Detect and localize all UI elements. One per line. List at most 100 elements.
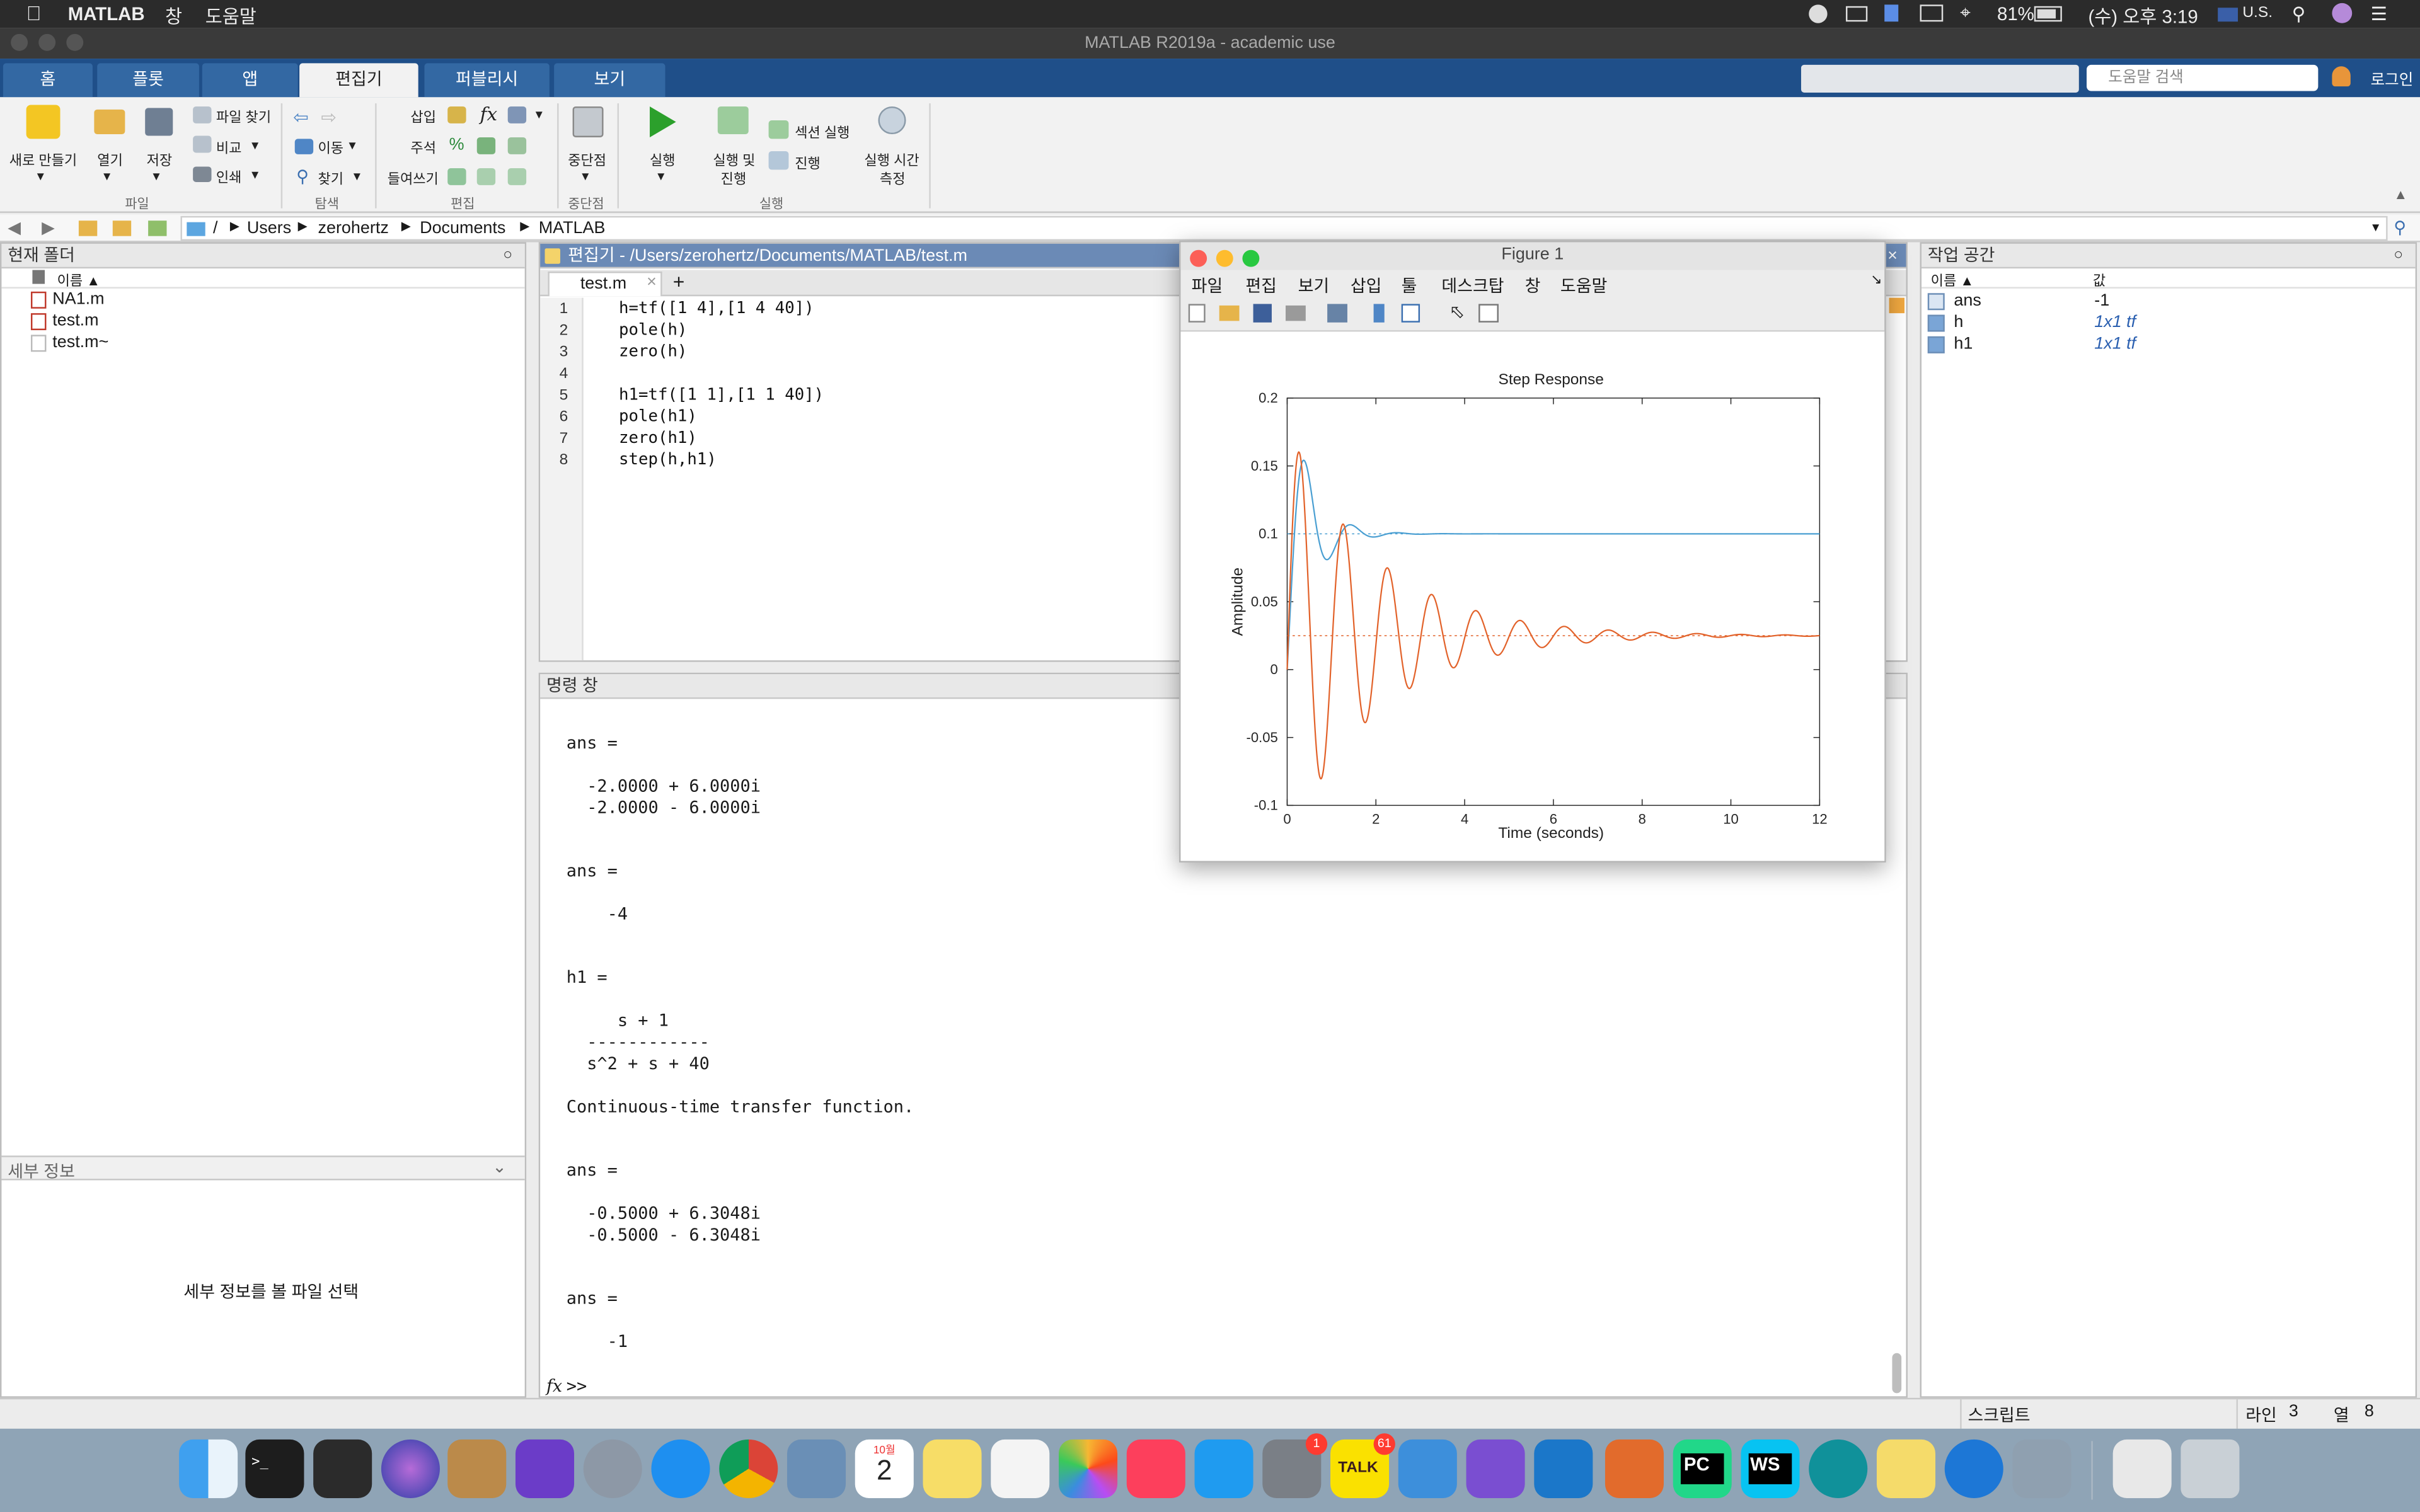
insert-function-icon[interactable] bbox=[507, 106, 527, 123]
teamviewer-icon[interactable] bbox=[1944, 1439, 2003, 1498]
run-and-advance-label[interactable]: 진행 bbox=[721, 168, 747, 188]
webstorm-icon[interactable]: WS bbox=[1741, 1439, 1800, 1498]
figure-menu-view[interactable]: 보기 bbox=[1298, 273, 1330, 297]
tab-home[interactable]: 홈 bbox=[3, 63, 93, 98]
tab-apps[interactable]: 앱 bbox=[202, 63, 298, 98]
back-arrow-icon[interactable]: ◀ bbox=[8, 217, 21, 238]
activity-monitor-icon[interactable] bbox=[313, 1439, 372, 1498]
code-line[interactable]: zero(h1) bbox=[619, 429, 697, 447]
table-row[interactable]: ans bbox=[1954, 292, 1981, 310]
panel-actions-icon[interactable]: ○ bbox=[503, 244, 512, 268]
tab-publish[interactable]: 퍼블리시 bbox=[424, 63, 550, 98]
figure-menu-file[interactable]: 파일 bbox=[1192, 273, 1223, 297]
tab-view[interactable]: 보기 bbox=[554, 63, 666, 98]
print-icon[interactable] bbox=[1286, 305, 1306, 321]
table-cell[interactable]: 1x1 tf bbox=[2094, 313, 2136, 331]
code-line[interactable]: h=tf([1 4],[1 4 40]) bbox=[619, 299, 814, 318]
close-icon[interactable]: × bbox=[647, 273, 657, 291]
forward-arrow-icon[interactable]: ▶ bbox=[42, 217, 55, 238]
path-segment-matlab[interactable]: MATLAB bbox=[539, 219, 606, 238]
chrome-icon[interactable] bbox=[719, 1439, 778, 1498]
garageband-icon[interactable] bbox=[447, 1439, 507, 1498]
quick-access-toolbar[interactable] bbox=[1801, 64, 2079, 93]
editor-tab[interactable]: test.m × bbox=[548, 272, 662, 297]
image-capture-icon[interactable] bbox=[2012, 1439, 2071, 1498]
path-segment-zerohertz[interactable]: zerohertz bbox=[318, 219, 388, 238]
figure-menu-window[interactable]: 창 bbox=[1525, 273, 1541, 297]
terminal-icon[interactable]: >_ bbox=[245, 1439, 304, 1498]
trash-icon[interactable] bbox=[2181, 1439, 2240, 1498]
notification-center-icon[interactable]: ☰ bbox=[2371, 3, 2387, 25]
figure-menu-insert[interactable]: 삽입 bbox=[1351, 273, 1382, 297]
name-column-header[interactable]: 이름 ▲ bbox=[57, 270, 100, 290]
code-line[interactable]: h1=tf([1 1],[1 1 40]) bbox=[619, 386, 824, 404]
figure-menu-desktop[interactable]: 데스크탑 bbox=[1441, 273, 1504, 297]
figure-menu-tools[interactable]: 툴 bbox=[1402, 273, 1417, 297]
figure-canvas[interactable]: Step Response Time (seconds) Amplitude 0… bbox=[1180, 331, 1885, 861]
run-and-time-button[interactable]: 실행 시간 bbox=[864, 150, 919, 170]
photos-icon[interactable] bbox=[1059, 1439, 1118, 1498]
dock-figure-icon[interactable]: ↘ bbox=[1870, 272, 1882, 289]
table-row[interactable]: h1 bbox=[1954, 335, 1973, 353]
find-files-button[interactable]: 파일 찾기 bbox=[216, 106, 271, 127]
link-plot-icon[interactable] bbox=[1327, 304, 1347, 323]
percent-comment-icon[interactable]: % bbox=[449, 136, 464, 154]
mac-menu-help[interactable]: 도움말 bbox=[205, 3, 256, 30]
chevron-down-icon[interactable]: ▾ bbox=[349, 137, 355, 154]
path-root[interactable]: / bbox=[213, 219, 218, 238]
chevron-down-icon[interactable]: ▾ bbox=[251, 166, 258, 183]
apple-icon[interactable]:  bbox=[26, 1, 42, 25]
mac-menu-window[interactable]: 창 bbox=[165, 3, 182, 30]
list-item[interactable]: NA1.m bbox=[52, 290, 104, 308]
uncomment-icon[interactable] bbox=[476, 137, 496, 154]
siri-icon[interactable] bbox=[381, 1439, 440, 1498]
colorbar-icon[interactable] bbox=[1373, 304, 1385, 323]
indent-decrease-icon[interactable] bbox=[507, 168, 527, 185]
pointer-icon[interactable]: ⬁ bbox=[1449, 301, 1465, 323]
figure-menu-edit[interactable]: 편집 bbox=[1245, 273, 1277, 297]
path-segment-users[interactable]: Users bbox=[247, 219, 291, 238]
run-and-advance-button[interactable]: 실행 및 bbox=[713, 150, 755, 170]
battery-icon[interactable] bbox=[2034, 6, 2062, 22]
step-response-plot[interactable]: Step Response Time (seconds) Amplitude 0… bbox=[1180, 332, 1884, 861]
value-column-header[interactable]: 값 bbox=[2093, 270, 2106, 290]
name-column-header[interactable]: 이름 ▲ bbox=[1931, 270, 1974, 290]
docs-icon[interactable] bbox=[1884, 4, 1899, 22]
login-link[interactable]: 로그인 bbox=[2371, 66, 2414, 89]
close-window-button[interactable] bbox=[11, 33, 28, 51]
documents-stack-icon[interactable] bbox=[2112, 1439, 2172, 1498]
code-analyzer-indicator[interactable] bbox=[1889, 297, 1905, 314]
wrap-comments-icon[interactable] bbox=[507, 137, 527, 154]
search-icon[interactable]: ⚲ bbox=[2394, 217, 2406, 238]
advance-button[interactable]: 진행 bbox=[795, 152, 821, 173]
back-arrow-icon[interactable]: ⇦ bbox=[293, 106, 309, 128]
chevron-down-icon[interactable]: ▾ bbox=[153, 168, 159, 185]
tab-plots[interactable]: 플롯 bbox=[97, 63, 199, 98]
scrollbar[interactable] bbox=[1892, 1353, 1902, 1394]
arduino-icon[interactable] bbox=[1809, 1439, 1868, 1498]
app-menu[interactable]: MATLAB bbox=[68, 3, 145, 25]
finder-icon[interactable] bbox=[179, 1439, 238, 1498]
list-item[interactable]: test.m~ bbox=[52, 333, 108, 352]
new-figure-icon[interactable] bbox=[1188, 304, 1206, 323]
command-prompt[interactable]: >> bbox=[567, 1376, 587, 1396]
run-section-button[interactable]: 섹션 실행 bbox=[795, 122, 850, 142]
kakaotalk-icon[interactable]: TALK 61 bbox=[1330, 1433, 1395, 1498]
pycharm-icon[interactable]: PC bbox=[1673, 1439, 1732, 1498]
search-folder-icon[interactable] bbox=[148, 220, 167, 236]
figure-menu-help[interactable]: 도움말 bbox=[1560, 273, 1607, 297]
table-cell[interactable]: -1 bbox=[2094, 292, 2109, 310]
up-folder-icon[interactable] bbox=[78, 220, 98, 236]
code-line[interactable]: step(h,h1) bbox=[619, 450, 717, 469]
add-tab-button[interactable]: + bbox=[673, 270, 685, 294]
new-button[interactable]: 새로 만들기 bbox=[9, 150, 78, 170]
address-field[interactable]: / ▶ Users ▶ zerohertz ▶ Documents ▶ MATL… bbox=[180, 215, 2388, 241]
safari-icon[interactable] bbox=[651, 1439, 710, 1498]
property-inspector-icon[interactable] bbox=[1478, 304, 1499, 323]
bell-icon[interactable] bbox=[2332, 66, 2351, 87]
print-button[interactable]: 인쇄 bbox=[216, 166, 242, 186]
chevron-down-icon[interactable]: ▾ bbox=[354, 168, 360, 185]
screen-icon[interactable] bbox=[1920, 4, 1944, 22]
zoom-window-button[interactable] bbox=[66, 33, 84, 51]
run-and-time-label[interactable]: 측정 bbox=[880, 168, 906, 188]
